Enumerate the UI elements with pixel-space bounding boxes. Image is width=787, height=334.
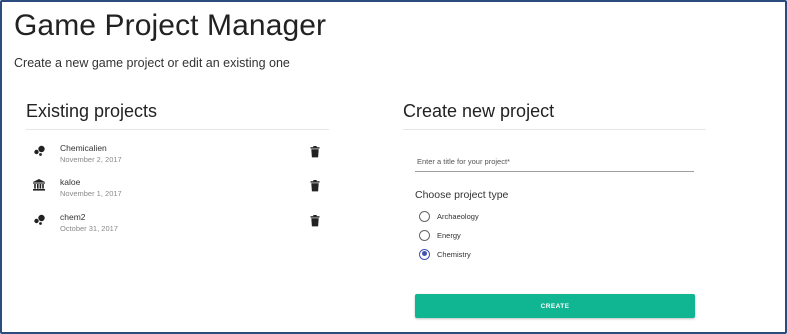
project-name: chem2: [60, 212, 86, 222]
archaeology-icon: [32, 178, 46, 192]
app-window: Game Project Manager Create a new game p…: [0, 0, 787, 334]
delete-project-button[interactable]: [308, 179, 322, 193]
project-date: November 1, 2017: [60, 189, 122, 198]
chemistry-icon: [32, 213, 46, 227]
radio-label: Chemistry: [437, 249, 471, 259]
project-item[interactable]: chem2 October 31, 2017: [32, 210, 328, 248]
delete-project-button[interactable]: [308, 214, 322, 228]
page-subtitle: Create a new game project or edit an exi…: [14, 56, 290, 70]
existing-projects-divider: [26, 129, 329, 130]
radio-button[interactable]: [419, 210, 430, 222]
delete-project-button[interactable]: [308, 145, 322, 159]
create-project-divider: [403, 129, 706, 130]
project-date: November 2, 2017: [60, 155, 122, 164]
radio-label: Energy: [437, 230, 461, 240]
radio-button[interactable]: [419, 248, 430, 260]
radio-chemistry[interactable]: Chemistry: [419, 247, 471, 261]
create-button[interactable]: CREATE: [415, 294, 695, 318]
project-item[interactable]: Chemicalien November 2, 2017: [32, 141, 328, 179]
radio-energy[interactable]: Energy: [419, 228, 461, 242]
trash-icon: [310, 180, 320, 192]
radio-button[interactable]: [419, 229, 430, 241]
radio-archaeology[interactable]: Archaeology: [419, 209, 479, 223]
trash-icon: [310, 146, 320, 158]
project-item[interactable]: kaloe November 1, 2017: [32, 175, 328, 213]
trash-icon: [310, 215, 320, 227]
chemistry-icon: [32, 144, 46, 158]
project-title-input[interactable]: [415, 151, 694, 172]
existing-projects-heading: Existing projects: [26, 101, 158, 121]
project-name: kaloe: [60, 177, 81, 187]
radio-label: Archaeology: [437, 211, 479, 221]
page-title: Game Project Manager: [14, 9, 327, 42]
project-name: Chemicalien: [60, 143, 107, 153]
create-project-heading: Create new project: [403, 101, 555, 121]
project-date: October 31, 2017: [60, 224, 118, 233]
project-type-label: Choose project type: [415, 189, 509, 201]
